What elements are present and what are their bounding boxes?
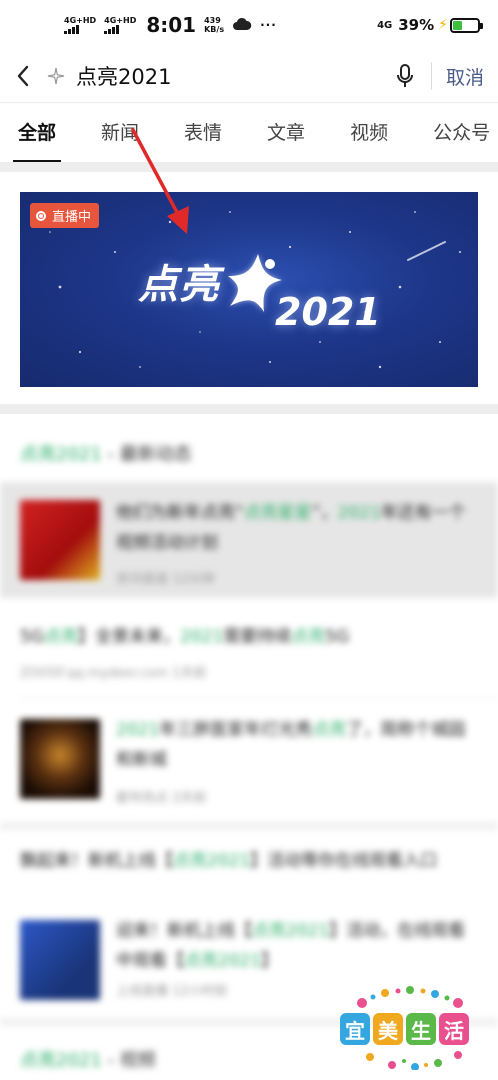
charging-bolt-icon: ⚡ [438, 17, 448, 33]
tab-all[interactable]: 全部 [12, 103, 62, 162]
more-notifications-icon: ··· [260, 18, 277, 32]
result-group-title[interactable]: 飘起来！新机上线【点亮2021】活动等你在线观看入口 [0, 840, 498, 910]
cancel-button[interactable]: 取消 [446, 63, 484, 90]
section-header-latest[interactable]: 点亮2021 - 最新动态 [20, 440, 192, 466]
clock: 8:01 [146, 13, 197, 37]
result-title: 2021年三胖医家年灯光秀点亮了，简称个城园和新城 [116, 720, 466, 770]
result-title: 5G点亮】全景未来，2021需要持续点亮5G [20, 627, 350, 647]
watermark-char: 活 [439, 1013, 469, 1045]
result-title: 飘起来！新机上线【点亮2021】活动等你在线观看入口 [20, 851, 438, 871]
microphone-icon[interactable] [385, 63, 425, 89]
annotation-arrow-icon [131, 128, 189, 234]
battery-icon [450, 17, 483, 33]
section-header-video[interactable]: 点亮2021 - 视频 [20, 1046, 156, 1072]
tab-official-accounts[interactable]: 公众号 [433, 103, 490, 162]
signal-bars-icon [64, 25, 79, 34]
result-meta: ZOO5F.qq.mydexr.com 1天前 [20, 666, 207, 681]
result-thumbnail [20, 500, 100, 580]
search-input[interactable]: 点亮2021 [76, 61, 385, 91]
section-gap [0, 162, 498, 172]
result-item[interactable]: 他们为新年点亮“点亮星星”，2021年还有一个视频活动计划 资讯报道 12分钟 [0, 482, 498, 598]
tab-videos[interactable]: 视频 [350, 103, 388, 162]
search-bar: 点亮2021 取消 [0, 50, 498, 102]
signal-bars-icon [104, 25, 120, 34]
network-type: 4G [377, 19, 393, 31]
result-meta: 都市热点 2天前 [116, 791, 207, 806]
result-meta: 资讯报道 12分钟 [116, 572, 215, 587]
watermark-char: 美 [373, 1013, 403, 1045]
battery-fill [453, 20, 463, 30]
back-icon[interactable] [0, 50, 46, 102]
section-gap [0, 404, 498, 414]
divider [430, 62, 432, 90]
result-item[interactable]: 5G点亮】全景未来，2021需要持续点亮5G ZOO5F.qq.mydexr.c… [0, 598, 498, 698]
network-speed: 439 KB/s [204, 16, 225, 34]
battery-percent: 39% [398, 16, 435, 34]
spark-icon [46, 67, 66, 85]
category-tabs: 全部 新闻 表情 文章 视频 公众号 [0, 102, 498, 162]
sim2-signal: 4G+HD [104, 16, 136, 34]
result-title: 他们为新年点亮“点亮星星”，2021年还有一个视频活动计划 [116, 503, 466, 553]
banner-year: 2021 [275, 290, 381, 334]
section-gap [0, 822, 498, 830]
watermark-char: 生 [406, 1013, 436, 1045]
banner-title: 点亮 [138, 262, 220, 308]
live-banner[interactable]: 直播中 点亮 2021 [20, 192, 478, 387]
live-dot-icon [36, 210, 46, 221]
result-thumbnail [20, 920, 100, 1000]
watermark-logo: 宜 美 生 活 [340, 985, 480, 1070]
live-badge: 直播中 [30, 203, 100, 228]
result-title: 迎来！新机上线【点亮2021】活动，在线观看中观看【点亮2021】 [116, 921, 466, 971]
watermark-text: 宜 美 生 活 [340, 1013, 469, 1045]
sim1-signal: 4G+HD [64, 16, 96, 34]
status-bar: 4G+HD 4G+HD 8:01 439 KB/s ··· 4G 39% ⚡ [0, 0, 498, 50]
weather-cloud-icon [232, 17, 252, 34]
result-item[interactable]: 2021年三胖医家年灯光秀点亮了，简称个城园和新城 都市热点 2天前 [0, 699, 498, 821]
tab-articles[interactable]: 文章 [267, 103, 305, 162]
result-meta: 上线直播 12小时前 [116, 984, 228, 999]
result-thumbnail [20, 719, 100, 799]
watermark-char: 宜 [340, 1013, 370, 1045]
